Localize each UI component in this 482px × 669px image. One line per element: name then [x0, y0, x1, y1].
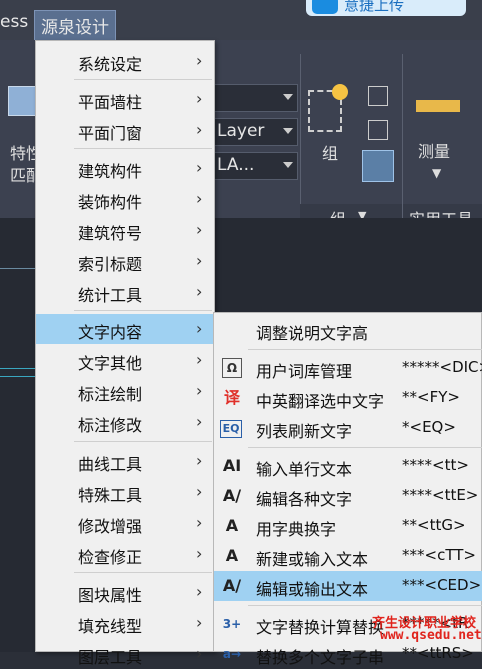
menu-item-hatch-linetype[interactable]: 填充线型 › — [36, 608, 214, 638]
submenu-item-new-input-text[interactable]: A 新建或输入文本 ***<cTT> — [214, 541, 482, 571]
chevron-down-icon[interactable]: ▼ — [432, 166, 441, 180]
menu-item-text-content[interactable]: 文字内容 › — [36, 314, 214, 344]
menu-item-system-settings[interactable]: 系统设定 › — [36, 46, 214, 76]
menu-item-block-attributes[interactable]: 图块属性 › — [36, 577, 214, 607]
menubar: ess 源泉设计 意捷上传 — [0, 0, 482, 41]
submenu-item-dictionary-replace[interactable]: A 用字典换字 **<ttG> — [214, 511, 482, 541]
measure-button-label[interactable]: 测量 — [418, 138, 450, 162]
match-properties-icon[interactable] — [8, 86, 36, 116]
new-text-icon: A — [225, 546, 239, 565]
watermark-url: www.qsedu.net — [380, 628, 482, 643]
menu-item-layer-tools[interactable]: 图层工具 › — [36, 639, 214, 669]
layer-combo-1[interactable] — [212, 84, 298, 112]
translate-icon: 译 — [223, 388, 240, 407]
eq-list-icon: EQ — [220, 420, 242, 438]
edit-output-icon: A/ — [222, 576, 242, 595]
menu-item-special-tools[interactable]: 特殊工具 › — [36, 477, 214, 507]
ruler-icon[interactable] — [416, 100, 460, 112]
menu-item-decor-components[interactable]: 装饰构件 › — [36, 184, 214, 214]
submenu-item-edit-output-text[interactable]: A/ 编辑或输出文本 ***<CED> — [214, 571, 482, 601]
ungroup-icon[interactable] — [368, 86, 388, 106]
menu-item-walls-columns[interactable]: 平面墙柱 › — [36, 84, 214, 114]
submenu-item-translate[interactable]: 译 中英翻译选中文字 **<FY> — [214, 383, 482, 413]
book-icon: Ω — [222, 358, 242, 378]
multi-replace-icon: a→ — [222, 647, 242, 661]
submenu-item-adjust-text-height[interactable]: 调整说明文字高 — [214, 315, 482, 345]
menubar-item-express[interactable]: ess — [0, 12, 28, 32]
submenu-item-user-lexicon[interactable]: Ω 用户词库管理*****<DIC> — [214, 353, 482, 383]
menu-item-text-other[interactable]: 文字其他 › — [36, 345, 214, 375]
group-select-icon[interactable] — [362, 150, 394, 182]
menu-item-doors-windows[interactable]: 平面门窗 › — [36, 115, 214, 145]
cloud-upload-button[interactable]: 意捷上传 — [306, 0, 466, 16]
layer-combo-2[interactable]: Layer — [212, 118, 298, 146]
single-text-icon: AI — [222, 456, 242, 475]
menu-item-building-components[interactable]: 建筑构件 › — [36, 153, 214, 183]
menu-item-check-fix[interactable]: 检查修正 › — [36, 539, 214, 569]
menu-item-modify-enhance[interactable]: 修改增强 › — [36, 508, 214, 538]
menu-item-dimension-draw[interactable]: 标注绘制 › — [36, 376, 214, 406]
menu-item-index-titles[interactable]: 索引标题 › — [36, 246, 214, 276]
menu-item-curve-tools[interactable]: 曲线工具 › — [36, 446, 214, 476]
submenu-item-single-line-text[interactable]: AI 输入单行文本 ****<tt> — [214, 451, 482, 481]
layer-combo-3[interactable]: LA... — [212, 152, 298, 180]
submenu-item-list-refresh[interactable]: EQ 列表刷新文字 *<EQ> — [214, 413, 482, 443]
group-button-label[interactable]: 组 — [322, 140, 338, 164]
dictionary-icon: A — [225, 516, 239, 535]
menu-item-dimension-modify[interactable]: 标注修改 › — [36, 407, 214, 437]
cloud-icon — [312, 0, 338, 14]
cloud-upload-label: 意捷上传 — [344, 0, 405, 14]
group-edit-icon[interactable] — [368, 120, 388, 140]
calc-replace-icon: 3+ — [222, 617, 242, 631]
submenu-item-replace-substrings[interactable]: a→ 替换多个文字子串 **<ttRS> — [214, 639, 482, 669]
star-icon — [332, 84, 348, 100]
menu-item-statistics-tools[interactable]: 统计工具 › — [36, 277, 214, 307]
text-content-submenu: 调整说明文字高 Ω 用户词库管理*****<DIC> 译 中英翻译选中文字**<… — [213, 312, 482, 667]
menubar-item-yuanquan[interactable]: 源泉设计 — [34, 10, 116, 41]
submenu-item-edit-text[interactable]: A/ 编辑各种文字 ****<ttE> — [214, 481, 482, 511]
yuanquan-menu: 系统设定 › 平面墙柱 › 平面门窗 › 建筑构件 › 装饰构件 › 建筑符号 › 索引标题… — [35, 40, 215, 667]
edit-text-icon: A/ — [222, 486, 242, 505]
menu-item-building-symbols[interactable]: 建筑符号 › — [36, 215, 214, 245]
